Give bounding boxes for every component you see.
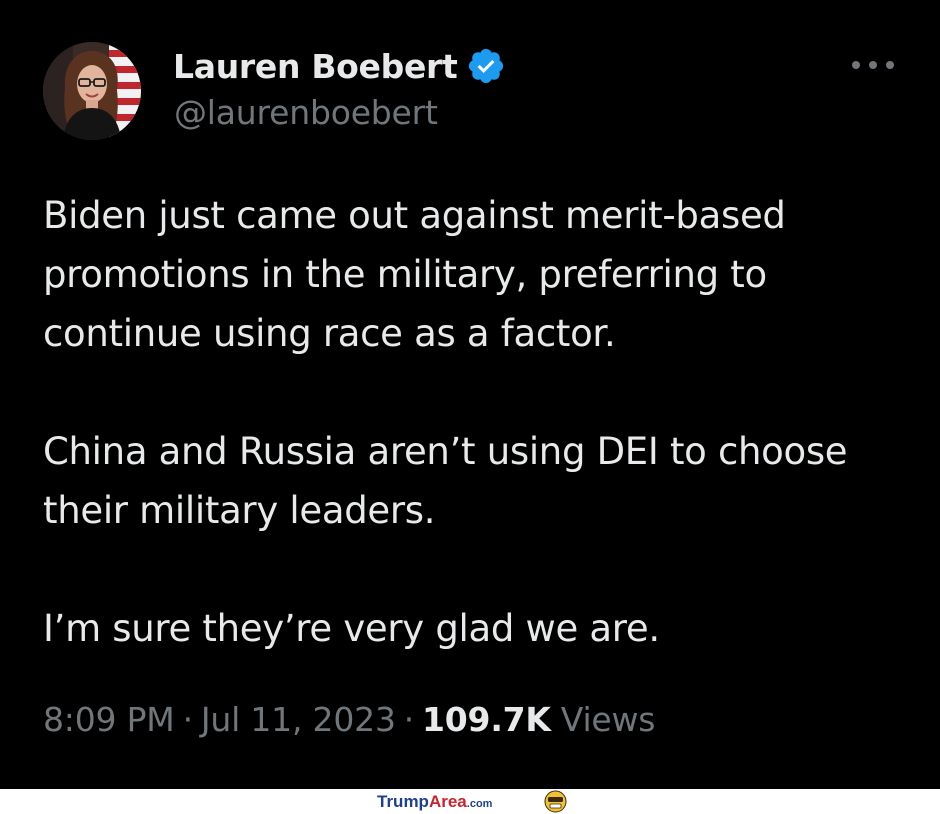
author-display-name[interactable]: Lauren Boebert <box>173 47 458 86</box>
tweet-paragraph: Biden just came out against merit-based … <box>43 194 786 355</box>
watermark-bar: TrumpArea.com <box>0 789 940 814</box>
more-dot <box>886 61 894 69</box>
more-dot <box>869 61 877 69</box>
author-avatar[interactable] <box>43 42 141 140</box>
more-dot <box>852 61 860 69</box>
watermark-brand-trump: Trump <box>377 792 429 811</box>
watermark-brand-suffix: .com <box>466 798 493 810</box>
watermark-brand-area: Area <box>428 792 467 811</box>
meta-separator: · <box>182 700 194 739</box>
tweet-metadata: 8:09 PM · Jul 11, 2023 · 109.7K Views <box>43 700 656 739</box>
verified-badge-icon <box>468 48 503 84</box>
meta-separator: · <box>403 700 415 739</box>
views-count[interactable]: 109.7K <box>422 700 551 739</box>
tweet-paragraph: I’m sure they’re very glad we are. <box>43 607 660 650</box>
emoji-face-icon <box>544 790 567 813</box>
tweet-body: Biden just came out against merit-based … <box>43 186 913 658</box>
tweet-time[interactable]: 8:09 PM <box>43 700 175 739</box>
watermark-logo: TrumpArea.com <box>377 792 492 812</box>
author-handle[interactable]: @laurenboebert <box>174 93 438 132</box>
tweet-card: Lauren Boebert @laurenboebert Biden just… <box>0 0 940 789</box>
more-options-icon[interactable] <box>852 58 894 72</box>
profile-photo <box>43 42 141 140</box>
tweet-date[interactable]: Jul 11, 2023 <box>201 700 396 739</box>
author-name-row: Lauren Boebert <box>173 44 506 88</box>
tweet-paragraph: China and Russia aren’t using DEI to cho… <box>43 430 848 532</box>
views-label: Views <box>560 700 656 739</box>
